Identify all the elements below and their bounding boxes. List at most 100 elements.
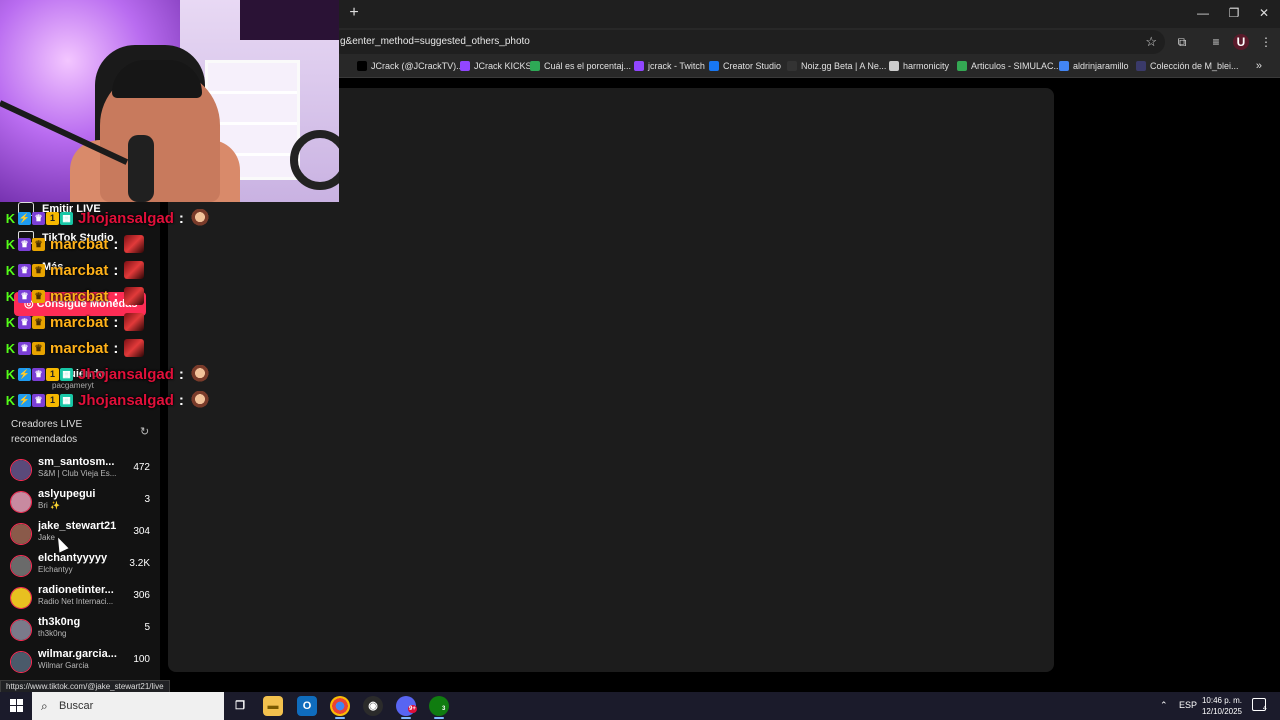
verified-badge-icon: ⚡ — [18, 367, 31, 381]
bookmark-label: Colección de M_blei... — [1150, 61, 1239, 71]
noiz-icon — [787, 61, 797, 71]
bookmark-item[interactable]: JCrack KICKS — [460, 61, 532, 71]
creator-row[interactable]: sm_santosm... S&M | Club Vieja Es... 472 — [8, 456, 158, 486]
creator-subtitle: Wilmar Garcia — [38, 661, 89, 670]
address-bar[interactable]: g&enter_method=suggested_others_photo ☆ — [330, 30, 1165, 54]
bookmark-star-icon[interactable]: ☆ — [1145, 34, 1157, 50]
emote-skull-icon — [124, 287, 145, 305]
creator-subtitle: Radio Net Internaci... — [38, 597, 114, 606]
crown-badge-icon: ♛ — [32, 341, 45, 355]
bookmark-label: aldrinjaramillo — [1073, 61, 1129, 71]
level-badge-icon: 1 — [46, 211, 59, 225]
creator-row[interactable]: elchantyyyyy Elchantyy 3.2K — [8, 552, 158, 582]
close-window-button[interactable]: ✕ — [1249, 4, 1279, 22]
chat-username: marcbat — [50, 235, 109, 253]
discord-icon[interactable]: 9+ — [396, 696, 417, 719]
bookmark-item[interactable]: harmonicity — [889, 61, 949, 71]
bookmark-item[interactable]: Cuál es el porcentaj... — [530, 61, 631, 71]
chat-username: marcbat — [50, 261, 109, 279]
emote-face-icon — [189, 391, 210, 409]
chat-message: K ⚡ ♛ 1 ▦ Jhojansalgad: — [4, 206, 210, 230]
chat-separator: : — [178, 365, 184, 383]
obs-icon[interactable]: ◉ — [363, 696, 383, 716]
kick-badge-icon: K — [5, 366, 16, 382]
chat-message: K ♛ ♛ marcbat: — [4, 258, 145, 282]
room-sign — [240, 0, 339, 40]
new-tab-button[interactable]: + — [346, 5, 362, 21]
minimize-button[interactable]: — — [1188, 4, 1218, 22]
sub-badge-icon: ♛ — [18, 341, 31, 355]
chat-username: marcbat — [50, 339, 109, 357]
file-explorer-icon[interactable]: ▬ — [263, 696, 283, 716]
screen: + — ❐ ✕ g&enter_method=suggested_others_… — [0, 0, 1280, 720]
gift-badge-icon: ▦ — [60, 211, 73, 225]
search-icon: ⌕ — [41, 699, 48, 713]
chat-separator: : — [113, 235, 119, 253]
menu-kebab-icon[interactable]: ⋮ — [1258, 34, 1274, 50]
profile-avatar-icon[interactable]: U — [1233, 34, 1249, 50]
emote-skull-icon — [124, 339, 145, 357]
chrome-icon[interactable] — [330, 696, 350, 719]
viewer-count: 5 — [144, 622, 150, 633]
crown-badge-icon: ♛ — [32, 263, 45, 277]
tray-chevron-icon[interactable]: ⌃ — [1160, 700, 1168, 711]
viewer-count: 3.2K — [129, 558, 150, 569]
kick-badge-icon: K — [5, 314, 16, 330]
viewer-count: 100 — [133, 654, 150, 665]
creator-name: wilmar.garcia... — [38, 648, 117, 660]
outlook-icon[interactable]: O — [297, 696, 317, 716]
sub-badge-icon: ♛ — [18, 289, 31, 303]
bookmark-label: Creator Studio — [723, 61, 782, 71]
kick-badge-icon: K — [5, 340, 16, 356]
streamer-webcam-overlay — [0, 0, 339, 202]
emote-skull-icon — [124, 235, 145, 253]
avatar — [10, 555, 32, 577]
address-url[interactable]: g&enter_method=suggested_others_photo — [340, 36, 530, 47]
chat-message: K ⚡ ♛ 1 ▦ Jhojansalgad: — [4, 362, 210, 386]
bookmark-item[interactable]: jcrack - Twitch — [634, 61, 705, 71]
sub-badge-icon: ♛ — [18, 237, 31, 251]
creator-row[interactable]: radionetinter... Radio Net Internaci... 30… — [8, 584, 158, 614]
creator-row[interactable]: wilmar.garcia... Wilmar Garcia 100 — [8, 648, 158, 678]
refresh-icon[interactable]: ↻ — [140, 425, 149, 438]
bookmark-label: Noiz.gg Beta | A Ne... — [801, 61, 887, 71]
doc-icon — [889, 61, 899, 71]
taskbar-search[interactable]: ⌕ Buscar — [32, 692, 224, 720]
media-control-icon[interactable]: ≡ — [1208, 34, 1224, 50]
chat-message: K ♛ ♛ marcbat: — [4, 284, 145, 308]
doc-icon — [1059, 61, 1069, 71]
xbox-icon[interactable]: 3 — [429, 696, 449, 719]
task-view-icon[interactable]: ❐ — [230, 696, 250, 716]
bookmark-label: JCrack KICKS — [474, 61, 532, 71]
clock[interactable]: 10:46 p. m. 12/10/2025 — [1200, 695, 1244, 717]
bookmark-item[interactable]: Creator Studio — [709, 61, 781, 71]
kick-badge-icon: K — [5, 392, 16, 408]
emote-skull-icon — [124, 313, 145, 331]
bookmark-item[interactable]: Colección de M_blei... — [1136, 61, 1239, 71]
chat-separator: : — [178, 209, 184, 227]
creator-subtitle: Bri ✨ — [38, 501, 60, 510]
windows-start-icon[interactable] — [10, 699, 23, 712]
language-indicator[interactable]: ESP — [1179, 700, 1197, 710]
bookmark-item[interactable]: Articulos - SIMULAC... — [957, 61, 1061, 71]
creator-row[interactable]: jake_stewart21 Jake 304 — [8, 520, 158, 550]
bookmark-item[interactable]: JCrack (@JCrackTV)... — [357, 61, 464, 71]
bookmark-label: jcrack - Twitch — [648, 61, 705, 71]
creator-row[interactable]: aslyupegui Bri ✨ 3 — [8, 488, 158, 518]
creator-name: aslyupegui — [38, 488, 96, 500]
chat-username: Jhojansalgad — [78, 209, 174, 227]
restore-button[interactable]: ❐ — [1219, 4, 1249, 22]
bookmarks-overflow-icon[interactable]: » — [1256, 60, 1262, 72]
recommended-creators-title: Creadores LIVE recomendados — [11, 419, 83, 445]
creator-subtitle: Jake — [38, 533, 55, 542]
bookmark-item[interactable]: Noiz.gg Beta | A Ne... — [787, 61, 886, 71]
bookmark-item[interactable]: aldrinjaramillo — [1059, 61, 1129, 71]
creator-subtitle: Elchantyy — [38, 565, 73, 574]
creator-name: radionetinter... — [38, 584, 114, 596]
chat-username: marcbat — [50, 313, 109, 331]
chat-username: Jhojansalgad — [78, 391, 174, 409]
extensions-icon[interactable]: ⧉ — [1174, 34, 1190, 50]
creator-subtitle: S&M | Club Vieja Es... — [38, 469, 117, 478]
creator-row[interactable]: th3k0ng th3k0ng 5 — [8, 616, 158, 646]
chat-username: marcbat — [50, 287, 109, 305]
